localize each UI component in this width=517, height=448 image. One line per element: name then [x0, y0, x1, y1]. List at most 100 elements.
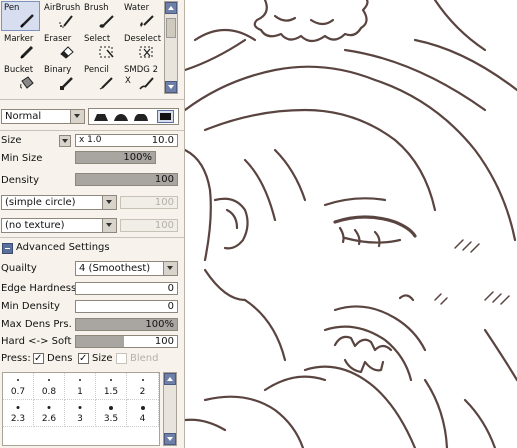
- press-size-checkbox[interactable]: [78, 353, 89, 364]
- deselect-icon: [139, 46, 153, 58]
- tool-pencil[interactable]: Pencil: [81, 63, 120, 93]
- size-value: 0.7: [10, 387, 26, 397]
- chevron-down-icon: [163, 262, 177, 275]
- press-dens-checkbox[interactable]: [33, 353, 44, 364]
- tool-label: Binary: [44, 65, 72, 75]
- tool-label: Water: [124, 3, 150, 13]
- brush-size-cell[interactable]: 3: [65, 400, 96, 427]
- drawing-canvas[interactable]: [185, 0, 517, 448]
- brush-size-cell[interactable]: 2.6: [34, 400, 65, 427]
- tool-label: Marker: [4, 34, 34, 44]
- brush-size-cell[interactable]: 1.5: [96, 373, 127, 400]
- hard-soft-slider[interactable]: 100: [75, 335, 178, 348]
- divider: [0, 130, 184, 131]
- pencil-icon: [99, 77, 113, 90]
- brush-size-cell[interactable]: 2.3: [3, 400, 34, 427]
- edge-hardness-slider[interactable]: 0: [75, 282, 178, 295]
- brush-size-cell[interactable]: 4: [127, 400, 159, 427]
- quality-select[interactable]: 4 (Smoothest): [75, 261, 178, 276]
- chevron-down-icon: [102, 196, 116, 209]
- min-size-slider[interactable]: 100%: [75, 151, 156, 164]
- density-value: 100: [154, 174, 174, 185]
- brush-size-cell[interactable]: 3.5: [96, 400, 127, 427]
- scroll-thumb[interactable]: [166, 18, 176, 38]
- brush-size-scrollbar[interactable]: [163, 372, 177, 446]
- scroll-up-button[interactable]: [165, 2, 177, 14]
- size-dot: [140, 406, 145, 410]
- advanced-settings-header: Advanced Settings: [16, 242, 110, 253]
- tool-smdg[interactable]: SMDG 2 X: [121, 63, 160, 93]
- edge-hardness-value: 0: [167, 283, 174, 294]
- blend-mode-value: Normal: [5, 111, 42, 122]
- tool-marker[interactable]: Marker: [1, 32, 40, 62]
- size-dot: [110, 379, 112, 381]
- tool-grid-scrollbar[interactable]: [164, 1, 178, 94]
- texture-select[interactable]: (no texture): [1, 218, 117, 233]
- tool-deselect[interactable]: Deselect: [121, 32, 161, 62]
- marker-icon: [20, 45, 34, 59]
- press-size-label: Size: [92, 353, 113, 364]
- line-art-drawing: [185, 0, 517, 448]
- shape-amount-value: 100: [154, 197, 174, 208]
- blend-mode-select[interactable]: Normal: [1, 109, 85, 124]
- divider: [0, 99, 184, 100]
- max-dens-prs-slider[interactable]: 100%: [75, 318, 178, 331]
- brush-size-cell[interactable]: 2: [127, 373, 159, 400]
- tool-brush[interactable]: Brush: [81, 1, 120, 31]
- edge-hardness-label: Edge Hardness: [1, 283, 77, 294]
- soft-edge-shape-icon[interactable]: [133, 112, 149, 122]
- tool-panel: Pen AirBrush Brush Water Marker Eraser S…: [0, 0, 185, 448]
- brush-size-cell[interactable]: 1: [65, 373, 96, 400]
- brush-size-grid: 0.7 0.8 1 1.5 2 2.3 2.6 3 3.5 4: [2, 372, 160, 446]
- scroll-down-button[interactable]: [164, 433, 176, 445]
- size-dot: [79, 379, 81, 381]
- tool-label: SMDG 2: [124, 65, 158, 75]
- size-multiplier: x 1.0: [79, 135, 102, 145]
- quality-value: 4 (Smoothest): [79, 263, 151, 274]
- airbrush-icon: [59, 15, 73, 28]
- medium-edge-shape-icon[interactable]: [113, 112, 129, 122]
- water-brush-icon: [140, 15, 154, 27]
- size-value: 4: [139, 414, 146, 424]
- brush-shape-selector: [88, 108, 179, 125]
- square-shape-button[interactable]: [157, 110, 174, 123]
- tool-airbrush[interactable]: AirBrush: [41, 1, 80, 31]
- min-density-slider[interactable]: 0: [75, 300, 178, 313]
- size-range-dropdown[interactable]: [59, 135, 71, 147]
- size-value: 0.8: [41, 387, 57, 397]
- size-value: 1: [77, 387, 83, 397]
- press-dens-label: Dens: [47, 353, 73, 364]
- brush-icon: [99, 15, 114, 28]
- min-density-label: Min Density: [1, 301, 60, 312]
- min-size-value: 100%: [123, 152, 152, 163]
- tool-bucket[interactable]: Bucket: [1, 63, 40, 93]
- min-density-value: 0: [167, 301, 174, 312]
- hard-edge-shape-icon[interactable]: [93, 112, 109, 122]
- tool-eraser[interactable]: Eraser: [41, 32, 80, 62]
- tool-pen[interactable]: Pen: [1, 1, 40, 31]
- shape-select[interactable]: (simple circle): [1, 195, 117, 210]
- size-dot: [48, 379, 50, 381]
- size-value: 3.5: [103, 414, 119, 424]
- density-slider[interactable]: 100: [75, 173, 178, 186]
- collapse-advanced-icon[interactable]: [2, 243, 13, 254]
- tool-label: Select: [84, 34, 111, 44]
- tool-sublabel: X: [125, 76, 131, 86]
- size-field[interactable]: x 1.0 10.0: [75, 134, 178, 147]
- texture-amount-value: 100: [154, 220, 174, 231]
- scroll-down-button[interactable]: [165, 81, 177, 93]
- press-blend-checkbox: [116, 353, 127, 364]
- min-size-label: Min Size: [1, 153, 43, 164]
- tool-select[interactable]: Select: [81, 32, 120, 62]
- tool-binary[interactable]: Binary: [41, 63, 80, 93]
- tool-label: Eraser: [44, 34, 72, 44]
- tool-label: AirBrush: [44, 3, 81, 13]
- size-dot: [17, 379, 19, 381]
- chevron-down-icon: [70, 110, 84, 123]
- tool-water[interactable]: Water: [121, 1, 160, 31]
- smudge-icon: [139, 77, 154, 90]
- tool-grid: Pen AirBrush Brush Water Marker Eraser S…: [1, 1, 162, 94]
- brush-size-cell[interactable]: 0.8: [34, 373, 65, 400]
- scroll-up-button[interactable]: [164, 373, 176, 385]
- brush-size-cell[interactable]: 0.7: [3, 373, 34, 400]
